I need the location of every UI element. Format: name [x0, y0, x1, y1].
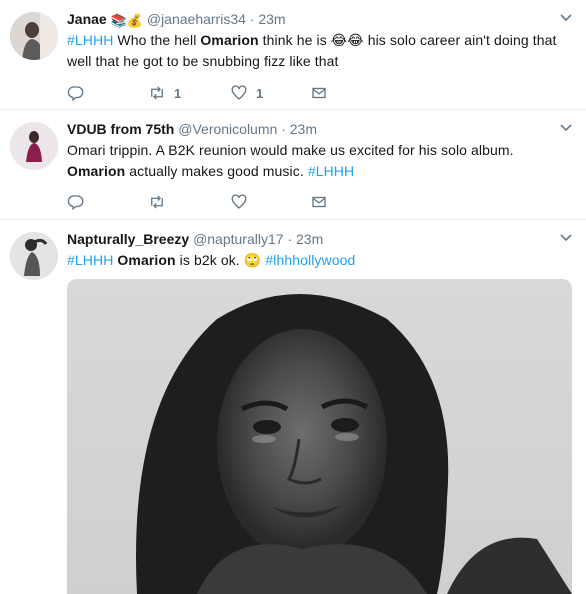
tweet-header: Janae 📚💰 @janaeharris34 · 23m [67, 10, 286, 30]
reply-button[interactable] [67, 83, 85, 103]
hashtag-link[interactable]: #LHHH [67, 252, 113, 268]
emoji: 😂😂 [330, 32, 364, 48]
hashtag-link[interactable]: #LHHH [308, 163, 354, 179]
timestamp[interactable]: 23m [296, 231, 323, 247]
direct-message-icon [312, 196, 326, 208]
portrait-photo [67, 279, 572, 594]
highlighted-term: Omarion [67, 163, 126, 179]
display-name[interactable]: Napturally_Breezy [67, 231, 189, 247]
tweet-header: VDUB from 75th @Veronicolumn · 23m [67, 120, 317, 138]
tweet-photo[interactable] [67, 279, 572, 594]
chevron-down-icon[interactable] [560, 234, 572, 242]
like-button[interactable]: 1 [230, 83, 263, 103]
chevron-down-icon[interactable] [560, 124, 572, 132]
avatar[interactable] [10, 12, 58, 60]
highlighted-term: Omarion [117, 252, 176, 268]
tweet-text: #LHHH Omarion is b2k ok. 🙄 #lhhhollywood [67, 250, 572, 271]
highlighted-term: Omarion [200, 32, 259, 48]
retweet-icon [151, 195, 163, 209]
separator-dot: · [249, 11, 255, 27]
user-handle[interactable]: @janaeharris34 [147, 11, 246, 27]
tweet-actions [67, 192, 367, 212]
display-name[interactable]: VDUB from 75th [67, 121, 174, 137]
tweet-3[interactable]: Napturally_Breezy @napturally17 · 23m #L… [0, 220, 586, 594]
tweet-actions: 1 1 [67, 83, 367, 103]
separator-dot: · [281, 121, 286, 137]
user-handle[interactable]: @napturally17 [193, 231, 284, 247]
emoji: 🙄 [243, 252, 262, 268]
chevron-down-icon[interactable] [560, 14, 572, 22]
timestamp[interactable]: 23m [258, 11, 285, 27]
reply-icon [67, 195, 84, 211]
retweet-button[interactable]: 1 [148, 83, 181, 103]
retweet-count: 1 [174, 85, 182, 101]
retweet-icon [151, 86, 163, 100]
hashtag-link[interactable]: #lhhhollywood [265, 252, 355, 268]
timestamp[interactable]: 23m [290, 121, 317, 137]
text-segment: Who the hell [113, 32, 201, 48]
reply-button[interactable] [67, 192, 85, 212]
profile-badges: 📚💰 [110, 13, 143, 28]
avatar[interactable] [10, 122, 58, 170]
like-button[interactable] [230, 192, 256, 212]
text-segment: Omari trippin. A B2K reunion would make … [67, 142, 514, 158]
like-icon [231, 194, 247, 209]
text-segment: is b2k ok. [175, 252, 244, 268]
separator-dot: · [287, 231, 293, 247]
user-handle[interactable]: @Veronicolumn [178, 121, 277, 137]
tweet-text: Omari trippin. A B2K reunion would make … [67, 140, 572, 182]
avatar[interactable] [10, 232, 58, 280]
retweet-button[interactable] [148, 192, 174, 212]
tweet-2[interactable]: VDUB from 75th @Veronicolumn · 23m Omari… [0, 110, 586, 220]
reply-icon [67, 86, 84, 102]
direct-message-button[interactable] [310, 192, 328, 212]
like-icon [231, 85, 247, 100]
direct-message-button[interactable] [310, 83, 328, 103]
text-segment: think he is [258, 32, 331, 48]
like-count: 1 [256, 85, 264, 101]
text-segment: actually makes good music. [125, 163, 308, 179]
hashtag-link[interactable]: #LHHH [67, 32, 113, 48]
direct-message-icon [312, 87, 326, 99]
tweet-text: #LHHH Who the hell Omarion think he is 😂… [67, 30, 572, 72]
tweet-1[interactable]: Janae 📚💰 @janaeharris34 · 23m #LHHH Who … [0, 0, 586, 110]
tweet-header: Napturally_Breezy @napturally17 · 23m [67, 230, 323, 248]
display-name[interactable]: Janae [67, 11, 107, 27]
